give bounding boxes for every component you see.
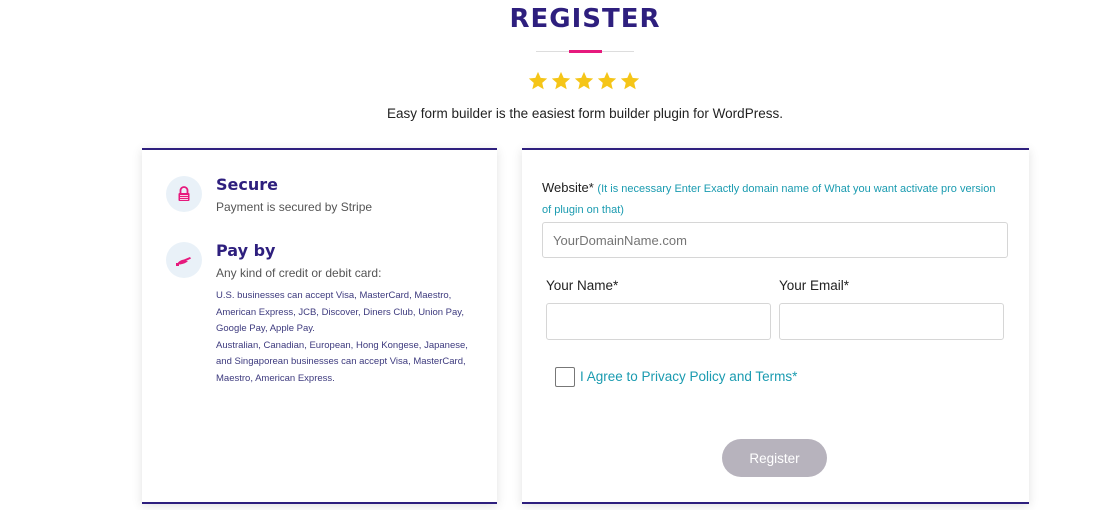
agree-checkbox[interactable] [555,367,575,387]
rating-stars [527,70,645,92]
feature-pay-description: Any kind of credit or debit card: [216,266,382,280]
email-input[interactable] [779,303,1004,340]
title-divider-accent [569,50,602,53]
feature-pay-details-intl: Australian, Canadian, European, Hong Kon… [216,339,468,384]
agree-terms-link[interactable]: I Agree to Privacy Policy and Terms* [580,369,797,384]
star-icon [574,71,594,90]
feature-pay-details: U.S. businesses can accept Visa, MasterC… [216,288,476,387]
features-card: Secure Payment is secured by Stripe Pay … [142,148,497,504]
star-icon [528,71,548,90]
website-note: (It is necessary Enter Exactly domain na… [542,183,996,216]
website-input[interactable] [542,222,1008,258]
page-title: REGISTER [509,4,661,34]
feature-secure-title: Secure [216,175,278,194]
feature-pay-details-us: U.S. businesses can accept Visa, MasterC… [216,290,464,334]
register-form-card: Website* (It is necessary Enter Exactly … [522,148,1029,504]
feature-secure-description: Payment is secured by Stripe [216,200,373,214]
star-icon [620,71,640,90]
email-label: Your Email* [779,278,850,293]
name-label: Your Name* [546,278,619,293]
star-icon [597,71,617,90]
name-input[interactable] [546,303,771,340]
star-icon [551,71,571,90]
page-subtitle: Easy form builder is the easiest form bu… [387,106,783,121]
lock-icon [166,176,202,212]
register-button[interactable]: Register [722,439,827,477]
feature-pay-title: Pay by [216,241,276,260]
hand-card-icon [166,242,202,278]
website-label: Website* (It is necessary Enter Exactly … [542,178,1007,220]
website-label-text: Website* [542,180,594,195]
